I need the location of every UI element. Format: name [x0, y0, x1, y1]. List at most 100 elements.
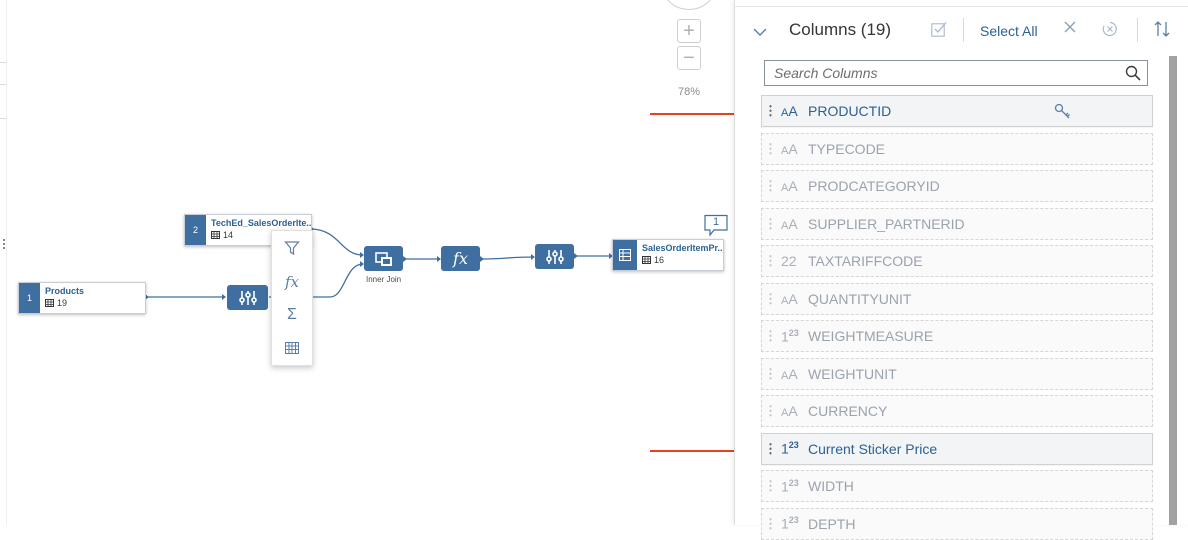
- fx-icon: fx: [453, 249, 468, 268]
- drag-handle-icon[interactable]: [769, 329, 773, 343]
- column-row[interactable]: AA TYPECODE: [761, 132, 1153, 165]
- drag-handle-icon[interactable]: [769, 291, 773, 306]
- column-row[interactable]: 123 Current Sticker Price: [761, 432, 1153, 465]
- column-count: 19: [57, 298, 68, 308]
- add-table-button[interactable]: [272, 334, 312, 362]
- drag-handle-icon[interactable]: [769, 254, 773, 268]
- node-title: TechEd_SalesOrderIte...: [211, 218, 311, 228]
- drag-handle-icon[interactable]: [769, 479, 773, 493]
- column-row[interactable]: 123 WEIGHTMEASURE: [761, 320, 1153, 352]
- add-aggregation-button[interactable]: Σ: [272, 301, 312, 329]
- sort-button[interactable]: [1153, 20, 1171, 43]
- key-icon: [1054, 103, 1070, 119]
- toolbar-separator: [963, 18, 964, 42]
- annotation-arrow-line: [650, 113, 742, 115]
- sort-icon: [1154, 21, 1170, 37]
- modeling-canvas[interactable]: + − 78% 1 Products 19 2 TechEd_SalesOrde…: [0, 0, 751, 525]
- sliders-icon: [238, 290, 257, 305]
- string-type-icon: AA: [781, 140, 798, 157]
- column-count: 16: [654, 255, 665, 265]
- column-row[interactable]: 22 TAXTARIFFCODE: [761, 245, 1153, 277]
- column-row[interactable]: AA QUANTITYUNIT: [761, 282, 1153, 315]
- node-title: Products: [45, 286, 85, 296]
- column-row[interactable]: AA PRODUCTID: [761, 95, 1153, 127]
- remove-columns-button[interactable]: [1063, 20, 1077, 39]
- drag-handle-icon[interactable]: [769, 216, 773, 231]
- drag-handle-icon[interactable]: [769, 141, 773, 156]
- zoom-level: 78%: [677, 86, 701, 98]
- collapse-chevron-icon[interactable]: [753, 24, 767, 40]
- string-type-icon: AA: [781, 103, 798, 119]
- table-icon: [45, 299, 54, 307]
- join-operator[interactable]: [364, 246, 403, 271]
- column-name: DEPTH: [808, 515, 856, 532]
- projection-operator-2[interactable]: [535, 244, 574, 269]
- node-number: 2: [185, 215, 206, 245]
- drag-handle-icon[interactable]: [769, 366, 773, 381]
- add-calculated-column-button[interactable]: fx: [272, 268, 312, 296]
- filter-icon: [284, 241, 300, 256]
- view-table-icon: [619, 249, 631, 261]
- select-all-button[interactable]: Select All: [980, 23, 1038, 39]
- sliders-icon: [545, 249, 564, 264]
- numeric-type-icon: 123: [781, 440, 799, 457]
- column-name: WEIGHTUNIT: [808, 365, 897, 382]
- reset-icon: [1102, 21, 1117, 37]
- operator-context-menu: fx Σ: [271, 230, 313, 366]
- column-row[interactable]: AA CURRENCY: [761, 395, 1153, 427]
- table-icon: [642, 256, 651, 264]
- table-icon: [211, 231, 220, 239]
- drag-handle-icon[interactable]: [769, 104, 773, 118]
- drag-handle-icon[interactable]: [769, 404, 773, 418]
- numeric-type-icon: 123: [781, 327, 799, 345]
- column-row[interactable]: 123 WIDTH: [761, 470, 1153, 502]
- clear-selection-button[interactable]: [1101, 20, 1119, 38]
- column-row[interactable]: AA WEIGHTUNIT: [761, 357, 1153, 390]
- panel-top-strip: [735, 0, 1188, 7]
- drag-handle-icon[interactable]: [769, 179, 773, 193]
- column-row[interactable]: AA PRODCATEGORYID: [761, 170, 1153, 202]
- add-filter-button[interactable]: [272, 234, 312, 262]
- columns-scrollbar[interactable]: [1169, 56, 1177, 525]
- column-row[interactable]: 123 DEPTH: [761, 507, 1153, 540]
- column-name: WEIGHTMEASURE: [808, 328, 934, 344]
- node-output[interactable]: SalesOrderItemPr... 16: [612, 239, 724, 271]
- string-type-icon: AA: [781, 403, 798, 419]
- join-icon: [374, 251, 392, 266]
- string-type-icon: AA: [781, 365, 798, 382]
- column-name: PRODUCTID: [808, 103, 892, 119]
- close-icon: [1064, 21, 1076, 33]
- join-label: Inner Join: [366, 275, 402, 284]
- column-name: PRODCATEGORYID: [808, 178, 940, 194]
- zoom-out-button[interactable]: −: [677, 46, 701, 70]
- column-name: Current Sticker Price: [808, 440, 938, 457]
- search-columns-field[interactable]: [764, 60, 1148, 86]
- column-name: QUANTITYUNIT: [808, 290, 912, 307]
- numeric-type-icon: 123: [781, 515, 799, 532]
- column-name: CURRENCY: [808, 403, 888, 419]
- numeric-type-icon: 123: [781, 477, 799, 495]
- column-name: WIDTH: [808, 478, 854, 494]
- annotation-arrow-line: [650, 450, 742, 452]
- search-icon[interactable]: [1125, 65, 1141, 81]
- string-type-icon: AA: [781, 178, 798, 194]
- column-name: SUPPLIER_PARTNERID: [808, 215, 965, 232]
- zoom-in-button[interactable]: +: [677, 19, 701, 43]
- comment-count: 1: [712, 216, 720, 228]
- string-type-icon: AA: [781, 290, 798, 307]
- toolbar-separator: [1137, 18, 1138, 42]
- select-checkbox-icon[interactable]: [931, 21, 947, 37]
- comment-badge[interactable]: 1: [703, 214, 729, 238]
- integer-type-icon: 22: [781, 253, 797, 269]
- string-type-icon: AA: [781, 215, 798, 232]
- projection-operator[interactable]: [227, 285, 268, 310]
- drag-handle-icon[interactable]: [769, 441, 773, 456]
- column-row[interactable]: AA SUPPLIER_PARTNERID: [761, 207, 1153, 240]
- calculated-column-operator[interactable]: fx: [441, 246, 480, 271]
- node-products[interactable]: 1 Products 19: [18, 282, 146, 314]
- search-input[interactable]: [774, 65, 1114, 81]
- table-grid-icon: [285, 342, 299, 354]
- column-name: TYPECODE: [808, 140, 886, 157]
- node-title: SalesOrderItemPr...: [642, 243, 723, 253]
- drag-handle-icon[interactable]: [769, 516, 773, 531]
